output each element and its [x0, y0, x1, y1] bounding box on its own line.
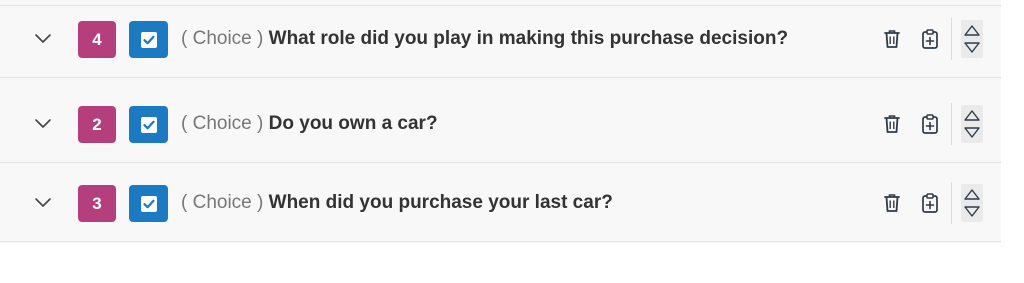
clipboard-plus-icon[interactable] [920, 113, 940, 135]
chevron-down-icon[interactable] [33, 31, 53, 45]
question-row: 4 ( Choice ) What role did you play in m… [0, 0, 1001, 78]
question-row: 3 ( Choice ) When did you purchase your … [0, 164, 1001, 242]
reorder-control [961, 105, 983, 143]
question-title[interactable]: ( Choice ) Do you own a car? [181, 113, 438, 135]
triangle-up-icon[interactable] [963, 109, 981, 123]
trash-icon[interactable] [882, 28, 902, 50]
question-type-badge [129, 21, 168, 58]
checkbox-icon [140, 116, 157, 133]
trash-icon[interactable] [882, 113, 902, 135]
question-type-label: ( Choice ) [181, 192, 264, 213]
triangle-down-icon[interactable] [963, 40, 981, 54]
checkbox-icon [140, 31, 157, 48]
checkbox-icon [140, 195, 157, 212]
question-text: When did you purchase your last car? [268, 192, 613, 213]
triangle-up-icon[interactable] [963, 24, 981, 38]
chevron-down-icon[interactable] [33, 195, 53, 209]
clipboard-plus-icon[interactable] [920, 28, 940, 50]
triangle-up-icon[interactable] [963, 188, 981, 202]
question-type-badge [129, 106, 168, 143]
triangle-down-icon[interactable] [963, 125, 981, 139]
question-list: 2 ( Choice ) Do you own a car? 3 (Choic… [0, 0, 1001, 243]
question-title[interactable]: ( Choice ) When did you purchase your la… [181, 192, 613, 214]
divider [951, 182, 952, 224]
question-type-label: ( Choice ) [181, 28, 264, 49]
question-type-badge [129, 185, 168, 222]
triangle-down-icon[interactable] [963, 204, 981, 218]
question-row: 2 ( Choice ) Do you own a car? [0, 85, 1001, 163]
divider [951, 18, 952, 60]
trash-icon[interactable] [882, 192, 902, 214]
question-text: What role did you play in making this pu… [268, 28, 789, 49]
reorder-control [961, 20, 983, 58]
question-title[interactable]: ( Choice ) What role did you play in mak… [181, 28, 788, 50]
clipboard-plus-icon[interactable] [920, 192, 940, 214]
question-text: Do you own a car? [268, 113, 438, 134]
reorder-control [961, 184, 983, 222]
question-number-badge: 3 [78, 185, 116, 222]
question-number-badge: 4 [78, 21, 116, 58]
chevron-down-icon[interactable] [33, 116, 53, 130]
question-type-label: ( Choice ) [181, 113, 264, 134]
divider [951, 103, 952, 145]
question-number-badge: 2 [78, 106, 116, 143]
